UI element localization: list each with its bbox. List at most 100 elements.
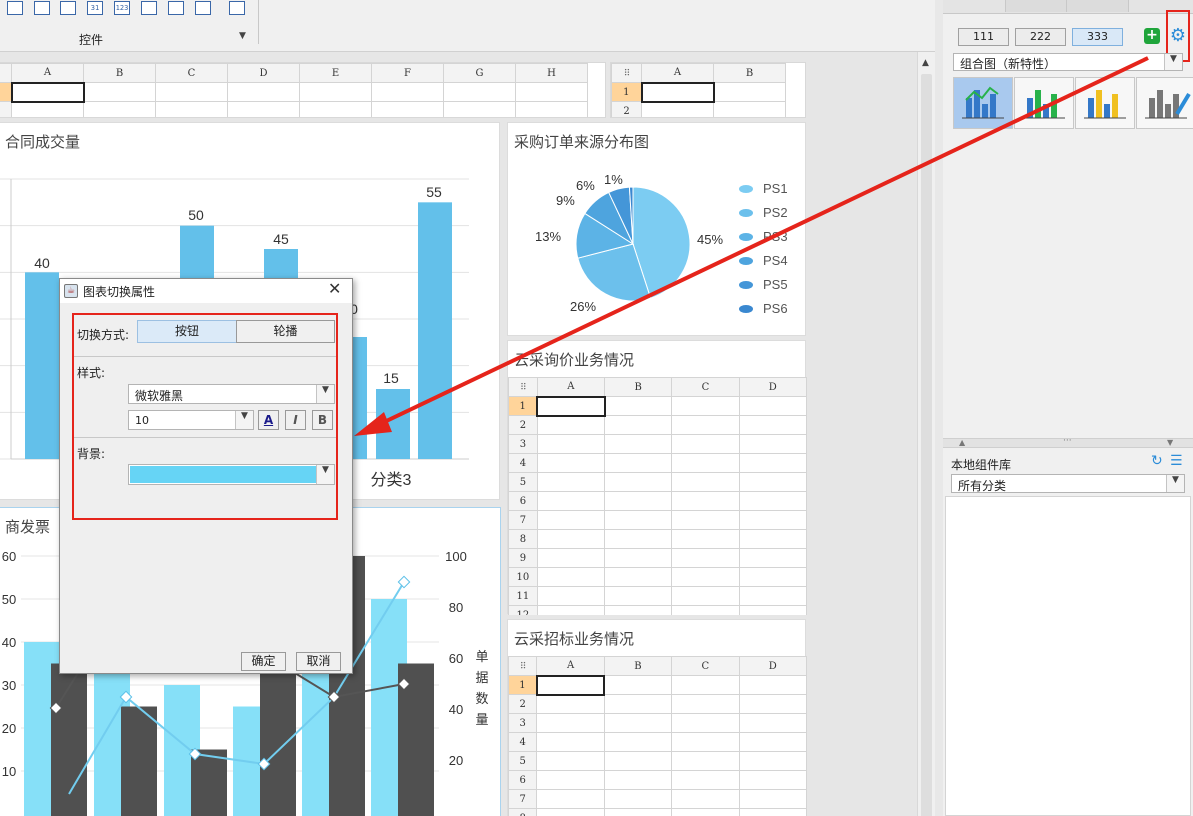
sheet-cell[interactable]: [641, 101, 714, 117]
sheet-cell[interactable]: [671, 453, 740, 473]
sheet-cell[interactable]: [738, 415, 807, 435]
sheet-cell[interactable]: [738, 396, 807, 416]
row-header[interactable]: 6: [508, 770, 538, 790]
sheet-cell[interactable]: [603, 789, 673, 809]
sheet-cell[interactable]: [604, 453, 673, 473]
chart-type-button-1[interactable]: 111: [958, 28, 1009, 46]
sheet-cell[interactable]: [536, 586, 606, 606]
table-icon[interactable]: [141, 1, 157, 15]
number-icon[interactable]: 123: [114, 1, 130, 15]
sheet-cell[interactable]: [604, 586, 673, 606]
scrollbar-thumb[interactable]: [921, 74, 932, 816]
row-header[interactable]: 12: [508, 605, 538, 615]
row-header[interactable]: 7: [508, 510, 538, 530]
sheet-cell[interactable]: [671, 770, 740, 790]
sheet-cell[interactable]: [536, 713, 605, 733]
sheet-cell[interactable]: [738, 586, 807, 606]
sheet-cell[interactable]: [671, 808, 740, 816]
sheet-grid[interactable]: ⠿ A B 1 2: [611, 63, 786, 117]
checkbox-list-icon[interactable]: [195, 1, 211, 15]
sheet-cell[interactable]: [299, 101, 372, 117]
sheet-cell[interactable]: [536, 548, 606, 568]
column-header[interactable]: D: [738, 377, 807, 397]
row-header[interactable]: 5: [508, 472, 538, 492]
sheet-cell[interactable]: [603, 770, 673, 790]
sheet-cell[interactable]: [671, 529, 740, 549]
sheet-cell[interactable]: [155, 82, 228, 102]
sheet-cell[interactable]: [671, 567, 740, 587]
sheet-cell[interactable]: [603, 808, 673, 816]
chart-switch-dialog[interactable]: ☕ 图表切换属性 ✕ 切换方式: 按钮 轮播 样式: 微软雅黑 ▼ 10 ▼ A…: [59, 278, 353, 674]
sheet-cell[interactable]: [671, 491, 740, 511]
select-all-icon[interactable]: ⠿: [508, 656, 538, 676]
sheet-cell[interactable]: [536, 453, 606, 473]
menu-list-icon[interactable]: ☰: [1170, 453, 1183, 469]
sheet-cell[interactable]: [536, 605, 606, 615]
sheet-cell[interactable]: [604, 567, 673, 587]
sheet-cell[interactable]: [515, 82, 588, 102]
select-all-icon[interactable]: ⠿: [0, 63, 12, 83]
property-tabs[interactable]: [943, 0, 1193, 14]
sheet-cell[interactable]: [371, 101, 444, 117]
column-header[interactable]: F: [371, 63, 444, 83]
row-header[interactable]: 3: [508, 434, 538, 454]
sheet-cell[interactable]: [671, 586, 740, 606]
splitter-grip-icon[interactable]: ···: [1063, 436, 1072, 446]
stacked-bar-icon[interactable]: [1014, 77, 1074, 129]
row-header[interactable]: 2: [611, 101, 642, 117]
sheet-cell[interactable]: [536, 567, 606, 587]
spreadsheet-top-main[interactable]: ⠿ABCDEFGH 12: [0, 62, 606, 118]
inquiry-spreadsheet[interactable]: ⠿ A B C D 1 2 3 4 5 6 7 8 9 10 11 12: [508, 377, 807, 615]
dialog-titlebar[interactable]: ☕ 图表切换属性 ✕: [60, 279, 352, 303]
date-icon[interactable]: 31: [87, 1, 103, 15]
ok-button[interactable]: 确定: [241, 652, 286, 671]
collapse-up-icon[interactable]: ▲: [959, 438, 965, 447]
row-header[interactable]: 6: [508, 491, 538, 511]
pie-chart-panel[interactable]: 采购订单来源分布图 45% 26% 13% 9% 6% 1% PS1 PS2 PS3 PS4 PS5…: [507, 122, 806, 336]
column-header[interactable]: A: [536, 656, 605, 676]
sheet-cell[interactable]: [536, 751, 605, 771]
bid-spreadsheet[interactable]: ⠿ABCD 12345678: [508, 656, 807, 816]
sheet-cell[interactable]: [671, 548, 740, 568]
column-header[interactable]: C: [671, 377, 740, 397]
sheet-cell[interactable]: [738, 675, 807, 695]
column-header[interactable]: B: [83, 63, 156, 83]
sheet-cell[interactable]: [536, 510, 606, 530]
radio-list-icon[interactable]: [168, 1, 184, 15]
sheet-cell[interactable]: [671, 675, 740, 695]
sheet-cell[interactable]: [604, 529, 673, 549]
sheet-grid[interactable]: ⠿ A B C D 1 2 3 4 5 6 7 8 9 10 11 12: [508, 377, 807, 615]
sheet-cell[interactable]: [227, 101, 300, 117]
sheet-cell[interactable]: [227, 82, 300, 102]
sheet-cell[interactable]: [713, 101, 786, 117]
sheet-cell[interactable]: [738, 770, 807, 790]
sheet-cell[interactable]: [671, 713, 740, 733]
sheet-cell[interactable]: [738, 491, 807, 511]
sheet-cell[interactable]: [738, 694, 807, 714]
sheet-cell[interactable]: [535, 674, 606, 696]
sheet-cell[interactable]: [604, 491, 673, 511]
row-header[interactable]: 10: [508, 567, 538, 587]
bid-panel[interactable]: 云采招标业务情况 ⠿ABCD 12345678: [507, 619, 807, 816]
sheet-cell[interactable]: [640, 81, 715, 103]
chevron-down-icon[interactable]: ▼: [1166, 475, 1184, 492]
row-header[interactable]: 11: [508, 586, 538, 606]
sheet-cell[interactable]: [738, 434, 807, 454]
sheet-cell[interactable]: [738, 529, 807, 549]
sheet-cell[interactable]: [603, 732, 673, 752]
sheet-cell[interactable]: [603, 675, 673, 695]
row-header[interactable]: 8: [508, 529, 538, 549]
sheet-cell[interactable]: [738, 548, 807, 568]
sheet-cell[interactable]: [738, 453, 807, 473]
select-all-icon[interactable]: ⠿: [508, 377, 538, 397]
search-icon[interactable]: [229, 1, 245, 15]
sheet-cell[interactable]: [604, 415, 673, 435]
sheet-cell[interactable]: [738, 751, 807, 771]
sheet-cell[interactable]: [671, 434, 740, 454]
panel-splitter[interactable]: ▲ ··· ▼: [943, 436, 1193, 448]
sheet-cell[interactable]: [515, 101, 588, 117]
row-header[interactable]: 2: [0, 101, 12, 117]
library-category-select[interactable]: 所有分类 ▼: [951, 474, 1185, 493]
multi-color-bar-icon[interactable]: [1075, 77, 1135, 129]
column-header[interactable]: C: [155, 63, 228, 83]
